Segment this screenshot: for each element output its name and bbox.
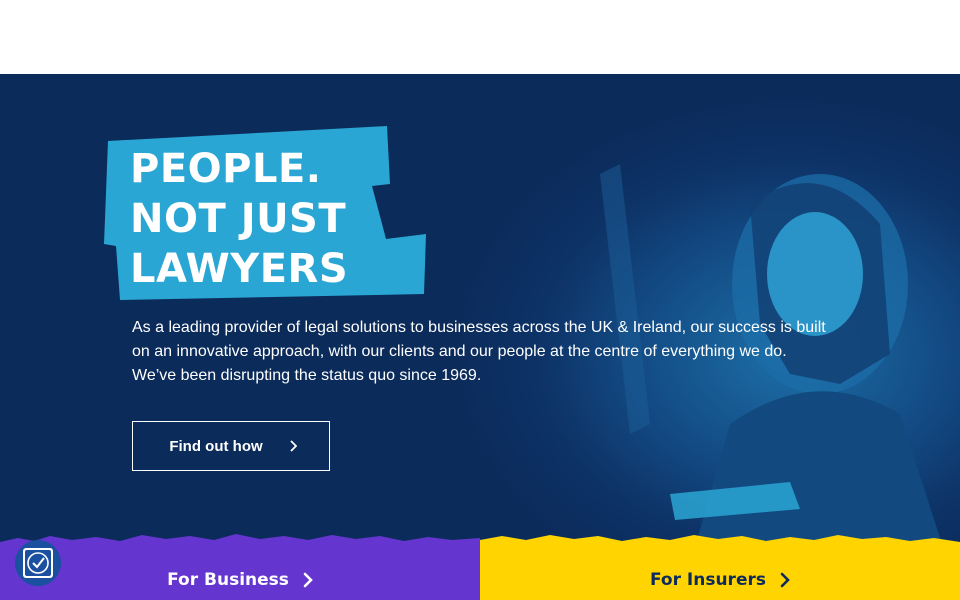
hero-intro-text: As a leading provider of legal solutions…	[132, 319, 826, 384]
find-out-how-label: Find out how	[169, 437, 263, 455]
headline-line: LAWYERS	[130, 246, 349, 292]
hero-headline: PEOPLE. NOT JUST LAWYERS	[130, 144, 348, 294]
for-insurers-label: For Insurers	[650, 570, 766, 590]
for-business-label: For Business	[167, 570, 289, 590]
chevron-right-icon	[290, 440, 297, 452]
audience-tiles: For Business For Insurers	[0, 530, 960, 600]
accessibility-check-icon	[23, 548, 53, 578]
accessibility-button[interactable]	[15, 540, 61, 586]
find-out-how-button[interactable]: Find out how	[132, 421, 330, 471]
headline-tape: PEOPLE. NOT JUST LAWYERS	[102, 126, 432, 304]
chevron-right-icon	[780, 572, 790, 588]
for-insurers-link[interactable]: For Insurers	[480, 570, 960, 590]
hero-banner: PEOPLE. NOT JUST LAWYERS As a leading pr…	[0, 74, 960, 600]
chevron-right-icon	[303, 572, 313, 588]
for-insurers-tile[interactable]: For Insurers	[480, 530, 960, 600]
for-business-tile[interactable]: For Business	[0, 530, 480, 600]
headline-line: PEOPLE.	[130, 146, 322, 192]
headline-line: NOT JUST	[130, 196, 347, 242]
site-header	[0, 0, 960, 74]
for-business-link[interactable]: For Business	[0, 570, 480, 590]
